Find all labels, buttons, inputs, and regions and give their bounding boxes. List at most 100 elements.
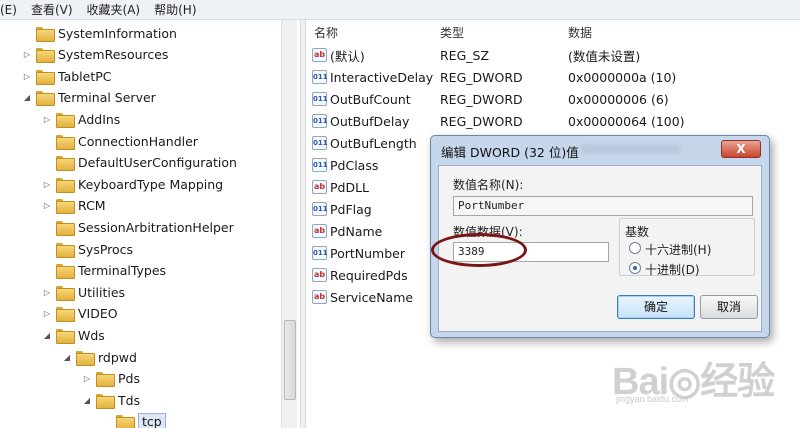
value-data: 0x00000064 (100) bbox=[568, 113, 685, 129]
value-name-field: PortNumber bbox=[453, 196, 753, 216]
value-name: (默认) bbox=[330, 48, 365, 64]
binary-value-icon: 011 bbox=[312, 136, 328, 150]
folder-icon bbox=[56, 307, 75, 323]
dec-radio[interactable] bbox=[629, 262, 641, 274]
tree-item[interactable]: ◢ Wds bbox=[42, 324, 105, 346]
collapse-arrow-icon[interactable]: ◢ bbox=[42, 331, 52, 340]
binary-value-icon: 011 bbox=[312, 246, 328, 260]
string-value-icon: ab bbox=[312, 180, 327, 194]
value-name: PdDLL bbox=[330, 179, 370, 195]
tree-item[interactable]: ◢ Terminal Server bbox=[22, 87, 156, 109]
menu-view[interactable]: 查看(V) bbox=[31, 1, 73, 18]
tree-item[interactable]: ▷ VIDEO bbox=[42, 303, 118, 325]
expand-arrow-icon[interactable]: ▷ bbox=[22, 72, 32, 81]
expand-arrow-icon[interactable]: ▷ bbox=[42, 201, 52, 210]
hex-radio-label[interactable]: 十六进制(H) bbox=[645, 241, 711, 258]
tree-item[interactable]: ConnectionHandler bbox=[42, 130, 198, 152]
tree-item[interactable]: ▷ SystemResources bbox=[22, 44, 168, 66]
tree-item[interactable]: DefaultUserConfiguration bbox=[42, 152, 237, 174]
tree-item[interactable]: ▷ RCM bbox=[42, 195, 106, 217]
expand-arrow-icon[interactable]: ▷ bbox=[42, 115, 52, 124]
baidu-watermark: Bai◎经验 jingyan.baidu.com bbox=[612, 340, 797, 410]
tree-item[interactable]: ▷ Utilities bbox=[42, 281, 125, 303]
tree-item[interactable]: SysProcs bbox=[42, 238, 133, 260]
ok-button[interactable]: 确定 bbox=[617, 295, 695, 319]
tree-item-label: Tds bbox=[118, 392, 141, 408]
value-row[interactable]: 011 OutBufDelay REG_DWORD 0x00000064 (100) bbox=[306, 110, 800, 132]
tree-item-label: AddIns bbox=[78, 111, 121, 127]
folder-icon bbox=[56, 328, 75, 344]
tree-item-label: SysProcs bbox=[78, 241, 134, 257]
binary-value-icon: 011 bbox=[312, 92, 328, 106]
folder-icon bbox=[76, 350, 95, 366]
tree-item[interactable]: ◢ rdpwd bbox=[62, 346, 137, 368]
value-data: 0x0000000a (10) bbox=[568, 69, 677, 85]
tree-item-label: Wds bbox=[78, 327, 105, 343]
tree-item-label: VIDEO bbox=[78, 306, 118, 322]
close-button[interactable]: X bbox=[721, 140, 761, 158]
menu-edit[interactable]: (E) bbox=[0, 3, 17, 17]
expand-arrow-icon[interactable]: ▷ bbox=[42, 180, 52, 189]
folder-icon bbox=[56, 134, 75, 150]
folder-icon bbox=[56, 177, 75, 193]
binary-value-icon: 011 bbox=[312, 202, 328, 216]
tree-item-label: Terminal Server bbox=[58, 90, 156, 106]
value-type: REG_DWORD bbox=[440, 113, 523, 129]
value-name: PortNumber bbox=[330, 245, 405, 261]
folder-icon bbox=[116, 415, 135, 428]
folder-icon bbox=[56, 264, 75, 280]
tree-item[interactable]: ▷ AddIns bbox=[42, 108, 120, 130]
value-name: PdClass bbox=[330, 157, 379, 173]
tree-item-label: rdpwd bbox=[98, 349, 137, 365]
tree-item[interactable]: SystemInformation bbox=[22, 22, 177, 44]
column-header-type[interactable]: 类型 bbox=[440, 22, 464, 42]
value-name: RequiredPds bbox=[330, 267, 408, 283]
expand-arrow-icon[interactable]: ▷ bbox=[82, 374, 92, 383]
column-header-name[interactable]: 名称 bbox=[314, 22, 338, 42]
folder-icon bbox=[56, 156, 75, 172]
scrollbar-thumb[interactable] bbox=[284, 320, 296, 400]
value-row[interactable]: 011 OutBufCount REG_DWORD 0x00000006 (6) bbox=[306, 88, 800, 110]
folder-icon bbox=[36, 26, 55, 42]
expand-arrow-icon[interactable]: ▷ bbox=[42, 288, 52, 297]
watermark-url: jingyan.baidu.com bbox=[616, 394, 689, 404]
value-type: REG_DWORD bbox=[440, 69, 523, 85]
tree-item[interactable]: ▷ Pds bbox=[82, 368, 140, 390]
folder-icon bbox=[56, 285, 75, 301]
value-row[interactable]: ab (默认) REG_SZ (数值未设置) bbox=[306, 44, 800, 66]
folder-icon bbox=[56, 242, 75, 258]
value-name: OutBufLength bbox=[330, 135, 417, 151]
tree-item[interactable]: ▷ TabletPC bbox=[22, 65, 112, 87]
folder-icon bbox=[96, 393, 115, 409]
menu-favorites[interactable]: 收藏夹(A) bbox=[87, 1, 141, 18]
value-row[interactable]: 011 InteractiveDelay REG_DWORD 0x0000000a (… bbox=[306, 66, 800, 88]
value-name: ServiceName bbox=[330, 289, 414, 305]
tree-item-label: SystemResources bbox=[58, 47, 169, 63]
collapse-arrow-icon[interactable]: ◢ bbox=[22, 93, 32, 102]
tree-item[interactable]: SessionArbitrationHelper bbox=[42, 216, 234, 238]
value-name: OutBufCount bbox=[330, 91, 411, 107]
hex-radio[interactable] bbox=[629, 242, 641, 254]
value-data: 0x00000006 (6) bbox=[568, 91, 669, 107]
tree-item[interactable]: TerminalTypes bbox=[42, 260, 166, 282]
value-type: REG_DWORD bbox=[440, 91, 523, 107]
collapse-arrow-icon[interactable]: ◢ bbox=[82, 396, 92, 405]
column-header-data[interactable]: 数据 bbox=[568, 22, 592, 42]
value-type: REG_SZ bbox=[440, 47, 490, 63]
collapse-arrow-icon[interactable]: ◢ bbox=[62, 353, 72, 362]
tree-item[interactable]: ◢ Tds bbox=[82, 389, 140, 411]
binary-value-icon: 011 bbox=[312, 158, 328, 172]
registry-tree[interactable]: SystemInformation ▷ SystemResources ▷ Tablet… bbox=[0, 20, 300, 428]
tree-scrollbar[interactable] bbox=[281, 20, 297, 428]
expand-arrow-icon[interactable]: ▷ bbox=[42, 309, 52, 318]
folder-icon bbox=[36, 91, 55, 107]
expand-arrow-icon[interactable]: ▷ bbox=[22, 50, 32, 59]
cancel-button[interactable]: 取消 bbox=[700, 295, 758, 319]
string-value-icon: ab bbox=[312, 48, 327, 62]
menu-help[interactable]: 帮助(H) bbox=[154, 1, 196, 18]
tree-item-label: SystemInformation bbox=[58, 25, 177, 41]
value-data: (数值未设置) bbox=[568, 48, 641, 64]
tree-item[interactable]: tcp bbox=[102, 411, 166, 428]
tree-item[interactable]: ▷ KeyboardType Mapping bbox=[42, 173, 223, 195]
dec-radio-label[interactable]: 十进制(D) bbox=[645, 261, 700, 278]
